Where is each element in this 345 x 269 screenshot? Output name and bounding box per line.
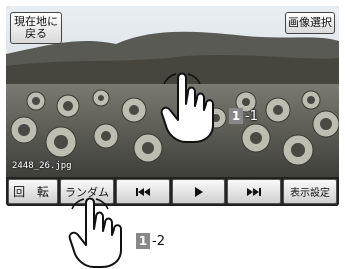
callout-suffix: -2 [152,233,165,249]
tap-hand-icon [68,197,122,268]
photo-filename: 2448_26.jpg [12,161,72,171]
callout-number: 1 [229,108,243,124]
callout-step-1-1: 1 -1 [229,108,258,124]
callout-number: 1 [136,233,150,249]
photo-toolbar: 回 転 ランダム 表示設定 [6,177,339,206]
callout-suffix: -1 [245,108,258,124]
play-button[interactable] [171,179,226,204]
tap-hand-icon [160,72,214,143]
next-button[interactable] [227,179,282,204]
skip-next-icon [247,187,262,196]
return-to-current-location-button[interactable]: 現在地に 戻る [10,12,62,44]
play-icon [194,186,203,197]
image-select-button[interactable]: 画像選択 [285,12,335,34]
display-settings-button[interactable]: 表示設定 [283,179,338,204]
rotate-button[interactable]: 回 転 [8,179,58,204]
skip-previous-icon [135,187,150,196]
callout-step-1-2: 1 -2 [136,233,165,249]
